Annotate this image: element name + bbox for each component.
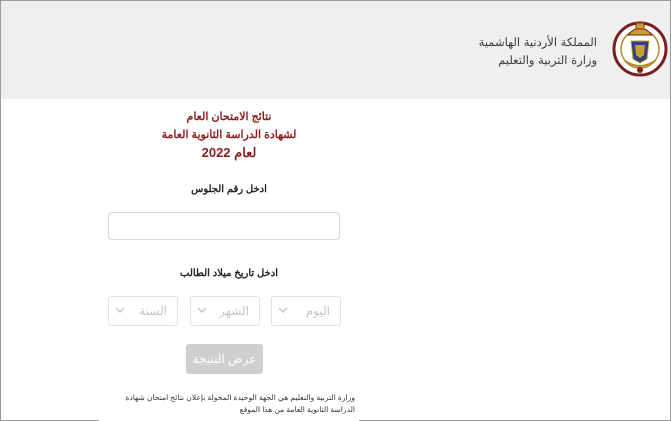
kingdom-name: المملكة الأردنية الهاشمية: [478, 35, 597, 49]
birth-day-select[interactable]: اليوم: [271, 296, 341, 326]
birthdate-label: ادخل تاريخ ميلاد الطالب: [180, 268, 278, 279]
results-title-line1: نتائج الامتحان العام: [186, 111, 272, 123]
birth-year-placeholder: السنة: [139, 304, 167, 318]
birth-day-placeholder: اليوم: [305, 304, 330, 318]
jordan-coat-of-arms-icon: [612, 21, 668, 77]
birth-year-select[interactable]: السنة: [108, 296, 178, 326]
birth-month-select[interactable]: الشهر: [190, 296, 260, 326]
chevron-down-icon: [197, 307, 207, 313]
ministry-name: وزارة التربية والتعليم: [498, 53, 597, 67]
birth-month-placeholder: الشهر: [219, 304, 249, 318]
ministry-title: المملكة الأردنية الهاشمية وزارة التربية …: [479, 33, 597, 69]
seat-number-input[interactable]: [108, 212, 340, 240]
results-title-line3: لعام 2022: [201, 145, 257, 160]
chevron-down-icon: [278, 307, 288, 313]
results-title-line2: لشهادة الدراسة الثانوية العامة: [161, 129, 297, 141]
results-title: نتائج الامتحان العام لشهادة الدراسة الثا…: [99, 108, 359, 162]
disclaimer-text: وزارة التربية والتعليم هي الجهة الوحيدة …: [125, 393, 355, 414]
show-result-button[interactable]: عرض النتيجة: [186, 344, 263, 374]
seat-number-label: ادخل رقم الجلوس: [191, 184, 267, 195]
chevron-down-icon: [115, 307, 125, 313]
